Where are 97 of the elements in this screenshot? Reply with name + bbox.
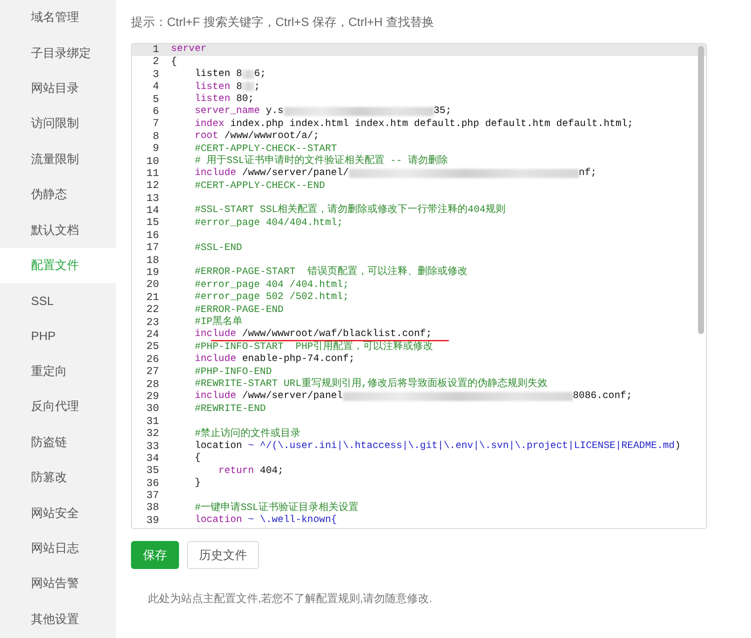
line-number: 24 xyxy=(145,328,160,342)
sidebar-item[interactable]: 网站目录 xyxy=(0,70,116,106)
code-line: listen 8 6; xyxy=(194,69,266,80)
line-number: 2 xyxy=(152,56,160,69)
line-number: 31 xyxy=(145,416,160,428)
code-line: #REWRITE-START URL重写规则引用,修改后将导致面板设置的伪静态规则失效 xyxy=(194,378,548,390)
line-number: 19 xyxy=(145,267,160,280)
line-number: 16 xyxy=(145,230,160,242)
sidebar-item[interactable]: 伪静态 xyxy=(0,176,116,212)
code-line: #error_page 404 /404.html; xyxy=(194,280,349,290)
line-number: 28 xyxy=(145,378,160,391)
code-line: { xyxy=(170,56,177,68)
code-line: include /www/server/panel 8086.conf; xyxy=(194,391,632,402)
sidebar-item[interactable]: 其他设置 xyxy=(0,602,116,638)
code-line: #ERROR-PAGE-END xyxy=(194,304,284,316)
line-number: 36 xyxy=(145,478,160,490)
line-number: 14 xyxy=(145,205,160,218)
line-number: 37 xyxy=(145,490,160,502)
code-line: #CERT-APPLY-CHECK--END xyxy=(194,180,326,192)
code-line: } xyxy=(194,478,201,489)
line-number: 39 xyxy=(145,514,160,528)
code-editor[interactable] xyxy=(131,43,707,529)
sidebar-item[interactable]: 网站日志 xyxy=(0,530,116,566)
sidebar-item[interactable]: 防篡改 xyxy=(0,460,116,496)
code-line: #ERROR-PAGE-START 错误页配置，可以注释、删除或修改 xyxy=(194,267,468,278)
sidebar-item[interactable]: 防盗链 xyxy=(0,424,116,460)
line-number: 30 xyxy=(145,403,160,416)
line-number: 4 xyxy=(152,81,160,94)
blurred-text xyxy=(242,70,254,79)
line-number: 25 xyxy=(145,341,160,354)
code-line: root /www/wwwroot/a/; xyxy=(194,131,320,142)
line-number: 23 xyxy=(145,316,160,329)
line-number: 6 xyxy=(152,106,160,118)
sidebar-item[interactable]: 重定向 xyxy=(0,354,116,390)
line-number: 18 xyxy=(145,254,160,268)
sidebar-item[interactable]: 访问限制 xyxy=(0,106,116,142)
line-number: 5 xyxy=(152,94,160,106)
code-line: include /www/wwwroot/waf/blacklist.conf; xyxy=(194,329,432,340)
code-line: #PHP-INFO-START PHP引用配置，可以注释或修改 xyxy=(194,342,434,352)
sidebar-item[interactable]: 默认文档 xyxy=(0,212,116,248)
line-number: 26 xyxy=(145,354,160,366)
code-line: #CERT-APPLY-CHECK--START xyxy=(194,144,337,154)
blurred-text xyxy=(242,82,254,92)
code-line: return 404; xyxy=(217,466,284,476)
line-number: 7 xyxy=(152,118,160,131)
code-line: # 用于SSL证书申请时的文件验证相关配置 -- 请勿删除 xyxy=(194,156,448,166)
line-number: 13 xyxy=(145,192,160,206)
code-line: listen 80; xyxy=(194,94,254,105)
note-text: 此处为站点主配置文件,若您不了解配置规则,请勿随意修改. xyxy=(148,592,434,606)
sidebar-item[interactable]: 子目录绑定 xyxy=(0,35,116,71)
history-button[interactable]: 历史文件 xyxy=(187,541,259,569)
line-number: 33 xyxy=(145,440,160,453)
sidebar-item[interactable]: 网站安全 xyxy=(0,495,116,531)
code-line: #禁止访问的文件或目录 xyxy=(194,428,301,440)
line-number: 8 xyxy=(152,130,160,144)
sidebar-item[interactable]: SSL xyxy=(0,283,116,319)
line-number: 10 xyxy=(145,156,160,168)
code-line: #REWRITE-END xyxy=(194,404,266,414)
code-line: #SSL-END xyxy=(194,242,242,254)
hint-text: 提示：Ctrl+F 搜索关键字，Ctrl+S 保存，Ctrl+H 查找替换 xyxy=(131,14,436,31)
line-number: 15 xyxy=(145,217,160,230)
sidebar-item[interactable]: 流量限制 xyxy=(0,142,116,177)
scrollbar-thumb[interactable] xyxy=(698,46,704,334)
line-number: 17 xyxy=(145,242,160,255)
line-number: 21 xyxy=(145,292,160,304)
sidebar-item[interactable]: 网站告警 xyxy=(0,566,116,602)
sidebar-item[interactable]: 反向代理 xyxy=(0,389,116,425)
line-number: 3 xyxy=(152,68,160,82)
line-number: 27 xyxy=(145,366,160,379)
code-line: #IP黑名单 xyxy=(194,316,242,328)
code-line: listen 8 ; xyxy=(194,82,260,92)
code-line: include /www/server/panel/ nf; xyxy=(194,168,597,179)
line-number: 22 xyxy=(145,304,160,317)
code-line: #一键申请SSL证书验证目录相关设置 xyxy=(194,502,358,514)
code-line: location ~ ^/(\.user.ini|\.htaccess|\.git|\.env|\.svn|\.project|LICENSE|README.md) xyxy=(194,440,681,452)
code-line: index index.php index.html index.htm default.php default.htm default.html; xyxy=(194,118,634,130)
code-line: server xyxy=(170,44,207,55)
line-number: 12 xyxy=(145,180,160,193)
line-number: 20 xyxy=(145,279,160,292)
code-line: #error_page 502 /502.html; xyxy=(194,292,349,303)
code-line: #PHP-INFO-END xyxy=(194,366,272,378)
code-line: #error_page 404/404.html; xyxy=(194,218,343,228)
sidebar-item[interactable]: PHP xyxy=(0,318,116,354)
line-number: 34 xyxy=(145,452,160,466)
code-line: { xyxy=(194,453,201,464)
line-number: 9 xyxy=(152,143,160,156)
line-number: 32 xyxy=(145,428,160,441)
code-line: include enable-php-74.conf; xyxy=(194,354,355,365)
line-number: 38 xyxy=(145,502,160,515)
line-number: 29 xyxy=(145,390,160,404)
line-number: 35 xyxy=(145,465,160,478)
line-number: 1 xyxy=(152,44,160,56)
sidebar-item[interactable]: 域名管理 xyxy=(0,0,116,36)
code-line: location ~ \.well-known{ xyxy=(194,515,337,526)
line-number: 11 xyxy=(145,168,160,180)
code-line: #SSL-START SSL相关配置，请勿删除或修改下一行带注释的404规则 xyxy=(194,205,506,216)
code-line: server_name y.s 35; xyxy=(194,106,452,117)
